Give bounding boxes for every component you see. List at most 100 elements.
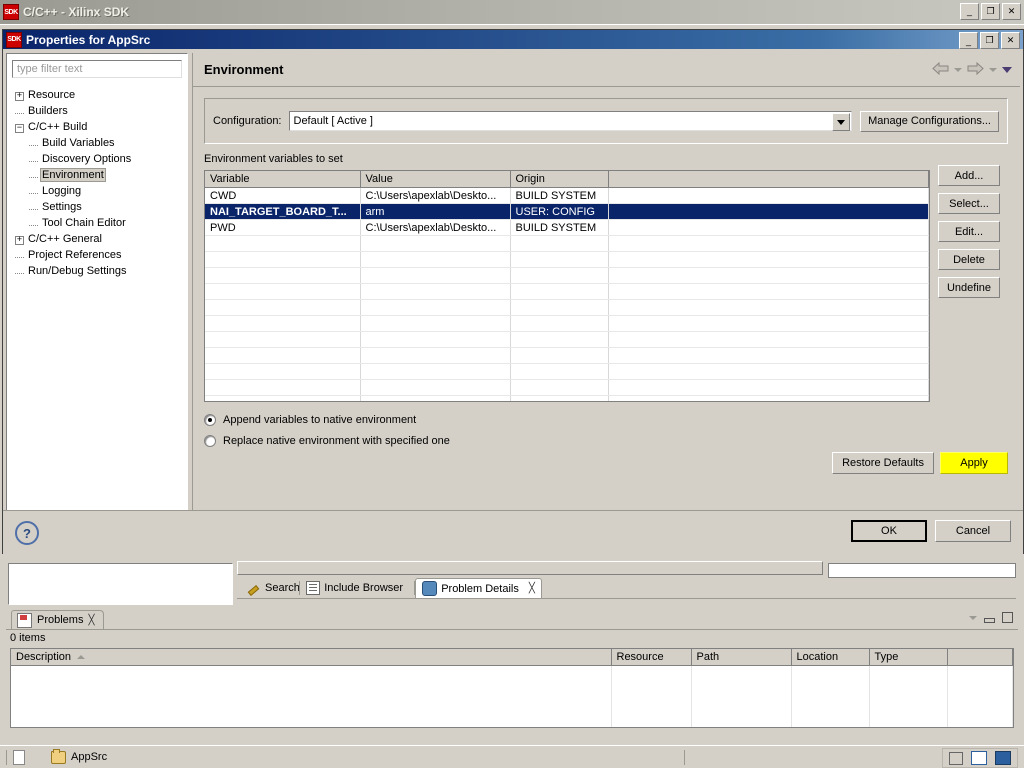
table-cell bbox=[869, 708, 948, 727]
table-cell bbox=[510, 347, 609, 364]
cancel-button[interactable]: Cancel bbox=[935, 520, 1011, 542]
grid-view-icon[interactable] bbox=[971, 751, 987, 765]
tree-item-label: Tool Chain Editor bbox=[42, 217, 126, 229]
tree-item-label: Logging bbox=[42, 185, 82, 197]
dialog-minimize-button[interactable]: _ bbox=[959, 32, 978, 49]
radio-option-2[interactable]: Replace native environment with specifie… bbox=[204, 430, 450, 451]
problems-table[interactable]: Description Resource Path Location Type bbox=[10, 648, 1014, 728]
table-cell bbox=[510, 267, 609, 284]
table-row-empty[interactable] bbox=[205, 331, 929, 348]
table-cell bbox=[510, 315, 609, 332]
filter-input[interactable]: type filter text bbox=[12, 60, 182, 78]
apply-button[interactable]: Apply bbox=[940, 452, 1008, 474]
tree-item-resource[interactable]: + Resource bbox=[13, 87, 187, 103]
tree-item-c-c-general[interactable]: + C/C++ General bbox=[13, 231, 187, 247]
column-header[interactable] bbox=[947, 649, 1013, 666]
monitor-icon[interactable] bbox=[995, 751, 1011, 765]
forward-arrow-icon[interactable] bbox=[967, 61, 984, 78]
tree-connector-icon bbox=[27, 137, 40, 149]
radio-button[interactable] bbox=[204, 434, 216, 447]
tree-item-environment[interactable]: Environment bbox=[13, 167, 187, 183]
tab-include-browser[interactable]: Include Browser bbox=[300, 578, 409, 598]
configuration-combobox[interactable]: Default [ Active ] bbox=[288, 111, 853, 131]
table-row-empty[interactable] bbox=[205, 315, 929, 332]
table-row-empty[interactable] bbox=[205, 379, 929, 396]
table-cell bbox=[205, 235, 361, 252]
table-row[interactable]: PWD C:\Users\apexlab\Deskto... BUILD SYSTE… bbox=[205, 219, 929, 236]
perspective-icon[interactable] bbox=[949, 751, 963, 765]
minimize-view-icon[interactable] bbox=[984, 617, 995, 623]
column-header[interactable]: Type bbox=[869, 649, 948, 666]
tree-item-run-debug-settings[interactable]: Run/Debug Settings bbox=[13, 263, 187, 279]
table-cell: PWD bbox=[205, 219, 361, 236]
view-menu-caret-icon[interactable] bbox=[969, 615, 977, 620]
radio-button[interactable] bbox=[204, 413, 216, 426]
new-wizard-icon[interactable] bbox=[13, 749, 25, 765]
table-row-empty[interactable] bbox=[11, 708, 1013, 727]
problems-view: Problems ╳ 0 items Description Resource Pa… bbox=[6, 610, 1018, 738]
delete-button[interactable]: Delete bbox=[938, 249, 1000, 270]
expand-icon[interactable]: + bbox=[13, 233, 26, 245]
table-row-empty[interactable] bbox=[205, 363, 929, 380]
column-header[interactable]: Resource bbox=[611, 649, 692, 666]
column-header[interactable]: Origin bbox=[510, 171, 609, 188]
table-cell bbox=[611, 708, 692, 727]
column-header[interactable]: Description bbox=[11, 649, 612, 666]
table-row-empty[interactable] bbox=[205, 267, 929, 284]
app-close-button[interactable]: ✕ bbox=[1002, 3, 1021, 20]
tree-item-tool-chain-editor[interactable]: Tool Chain Editor bbox=[13, 215, 187, 231]
ok-button[interactable]: OK bbox=[851, 520, 927, 542]
table-row-empty[interactable] bbox=[205, 283, 929, 300]
manage-configurations-button[interactable]: Manage Configurations... bbox=[860, 110, 999, 132]
table-row-empty[interactable] bbox=[205, 299, 929, 316]
maximize-view-icon[interactable] bbox=[1002, 612, 1013, 623]
tab-problems[interactable]: Problems ╳ bbox=[11, 610, 104, 629]
back-dropdown-caret-icon[interactable] bbox=[954, 68, 962, 72]
view-menu-caret-icon[interactable] bbox=[1002, 67, 1012, 73]
table-row-empty[interactable] bbox=[205, 235, 929, 252]
table-row[interactable]: NAI_TARGET_BOARD_T... arm USER: CONFIG bbox=[205, 203, 929, 220]
column-header[interactable]: Path bbox=[691, 649, 792, 666]
configuration-dropdown-icon[interactable] bbox=[832, 113, 851, 131]
edit-button[interactable]: Edit... bbox=[938, 221, 1000, 242]
radio-label: Replace native environment with specifie… bbox=[223, 434, 450, 447]
tree-item-c-c-build[interactable]: − C/C++ Build bbox=[13, 119, 187, 135]
table-cell bbox=[608, 267, 929, 284]
close-icon[interactable]: ╳ bbox=[529, 583, 535, 594]
table-row-empty[interactable] bbox=[11, 687, 1013, 708]
tree-item-logging[interactable]: Logging bbox=[13, 183, 187, 199]
table-row-empty[interactable] bbox=[205, 251, 929, 268]
radio-option-1[interactable]: Append variables to native environment bbox=[204, 409, 450, 430]
tree-item-builders[interactable]: Builders bbox=[13, 103, 187, 119]
dialog-maximize-button[interactable]: ❐ bbox=[980, 32, 999, 49]
tab-problem-details[interactable]: Problem Details ╳ bbox=[415, 578, 542, 598]
column-header[interactable] bbox=[608, 171, 929, 188]
column-header[interactable]: Location bbox=[791, 649, 870, 666]
dialog-close-button[interactable]: ✕ bbox=[1001, 32, 1020, 49]
undefine-button[interactable]: Undefine bbox=[938, 277, 1000, 298]
table-row-empty[interactable] bbox=[11, 665, 1013, 687]
collapse-icon[interactable]: − bbox=[13, 121, 26, 133]
help-icon[interactable]: ? bbox=[15, 521, 39, 545]
tree-item-build-variables[interactable]: Build Variables bbox=[13, 135, 187, 151]
select-button[interactable]: Select... bbox=[938, 193, 1000, 214]
column-header[interactable]: Value bbox=[360, 171, 511, 188]
app-maximize-button[interactable]: ❐ bbox=[981, 3, 1000, 20]
tree-item-project-references[interactable]: Project References bbox=[13, 247, 187, 263]
restore-defaults-button[interactable]: Restore Defaults bbox=[832, 452, 934, 474]
table-cell bbox=[205, 331, 361, 348]
table-row-empty[interactable] bbox=[205, 347, 929, 364]
expand-icon[interactable]: + bbox=[13, 89, 26, 101]
forward-dropdown-caret-icon[interactable] bbox=[989, 68, 997, 72]
environment-variables-table[interactable]: Variable Value Origin CWD C:\Users\apexlab\… bbox=[204, 170, 930, 402]
app-minimize-button[interactable]: _ bbox=[960, 3, 979, 20]
back-arrow-icon[interactable] bbox=[932, 61, 949, 78]
tree-item-discovery-options[interactable]: Discovery Options bbox=[13, 151, 187, 167]
tab-search[interactable]: Search bbox=[241, 578, 306, 598]
column-header[interactable]: Variable bbox=[205, 171, 361, 188]
add-button[interactable]: Add... bbox=[938, 165, 1000, 186]
tree-item-settings[interactable]: Settings bbox=[13, 199, 187, 215]
table-row[interactable]: CWD C:\Users\apexlab\Deskto... BUILD SYSTE… bbox=[205, 187, 929, 204]
table-row-empty[interactable] bbox=[205, 395, 929, 401]
close-icon[interactable]: ╳ bbox=[88, 615, 94, 626]
